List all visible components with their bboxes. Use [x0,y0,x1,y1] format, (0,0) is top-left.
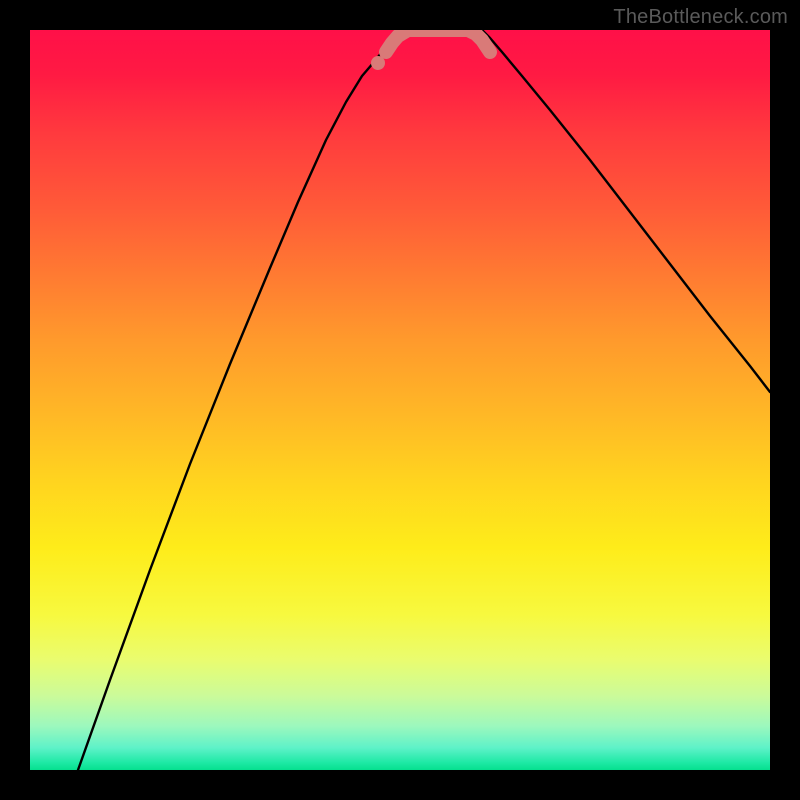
highlight-dot [371,56,385,70]
curves-svg [30,30,770,770]
chart-frame: TheBottleneck.com [0,0,800,800]
left-curve [78,30,402,770]
plot-area [30,30,770,770]
watermark-label: TheBottleneck.com [613,6,788,29]
highlight-segment [386,30,490,52]
right-curve [482,30,770,392]
